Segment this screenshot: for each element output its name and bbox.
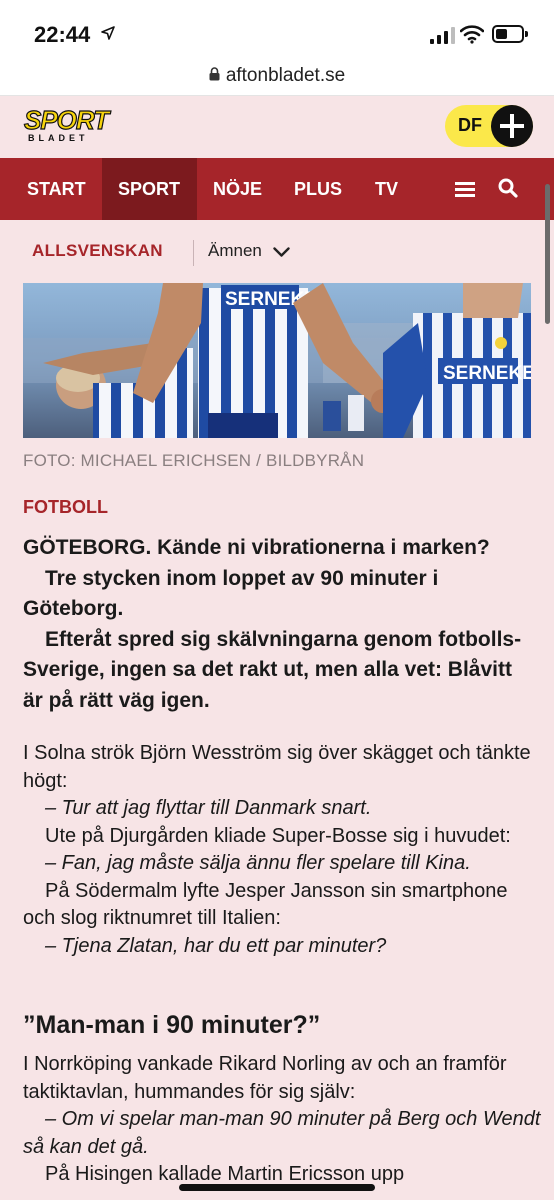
body-quote: – Fan, jag måste sälja ännu fler spelare… [45,852,471,874]
lead-paragraph: Tre stycken inom loppet av 90 minuter i … [23,566,439,621]
location-arrow-icon [101,26,115,40]
svg-text:SERNEKE: SERNEKE [443,363,531,384]
status-time: 22:44 [34,22,91,47]
wifi-icon [460,25,484,44]
nav-item-plus[interactable]: PLUS [294,158,354,220]
browser-url-bar[interactable]: aftonbladet.se [0,56,554,96]
nav-item-start[interactable]: START [0,158,102,220]
hero-image[interactable]: SERNEKE SERNEKE [23,283,531,438]
main-nav: START SPORT NÖJE PLUS TV [0,158,554,220]
cellular-signal-icon [430,27,456,44]
url-text: aftonbladet.se [225,65,346,86]
site-header: SPORT BLADET DF [0,96,554,158]
chevron-down-icon[interactable] [273,247,290,258]
article-body: I Solna strök Björn Wesström sig över sk… [23,740,538,960]
lead-paragraph: GÖTEBORG. Kände ni vibrationerna i marke… [23,536,490,559]
subnav-divider [193,240,194,266]
body-paragraph: På Södermalm lyfte Jesper Jansson sin sm… [23,879,508,930]
article-lead: GÖTEBORG. Kände ni vibrationerna i marke… [23,533,533,716]
body-paragraph: I Solna strök Björn Wesström sig över sk… [23,742,531,792]
hero-photo-illustration: SERNEKE SERNEKE [23,283,531,438]
home-indicator[interactable] [179,1184,375,1191]
sportbladet-logo[interactable]: SPORT BLADET [23,105,109,143]
body-paragraph: I Norrköping vankade Rikard Norling av o… [23,1053,507,1103]
section-label[interactable]: ALLSVENSKAN [32,241,163,261]
article-kicker[interactable]: FOTBOLL [23,497,108,518]
body-quote: – Om vi spelar man-man 90 minuter på Ber… [23,1108,541,1158]
topics-dropdown[interactable]: Ämnen [208,241,262,261]
body-quote: – Tjena Zlatan, har du ett par minuter? [45,934,387,957]
df-label: DF [458,115,482,135]
logo-wordmark: SPORT [23,105,109,135]
nav-item-noje[interactable]: NÖJE [213,158,283,220]
nav-item-sport[interactable]: SPORT [102,158,197,220]
article-body-continued: I Norrköping vankade Rikard Norling av o… [23,1051,543,1189]
lead-paragraph: Efteråt spred sig skälvningarna genom fo… [23,627,522,712]
lock-icon [209,67,220,81]
nav-item-tv[interactable]: TV [375,158,415,220]
body-paragraph: Ute på Djurgården kliade Super-Bosse sig… [45,824,511,847]
hamburger-menu-icon[interactable] [455,182,475,198]
photo-caption: FOTO: MICHAEL ERICHSEN / BILDBYRÅN [23,451,365,470]
body-quote: – Tur att jag flyttar till Danmark snart… [45,797,372,819]
battery-icon [492,25,528,43]
plus-icon [491,105,533,147]
df-plus-button[interactable]: DF [445,105,533,147]
page-scrollbar[interactable] [545,184,550,324]
search-icon[interactable] [498,178,518,198]
article-subheading: ”Man-man i 90 minuter?” [23,1011,321,1039]
